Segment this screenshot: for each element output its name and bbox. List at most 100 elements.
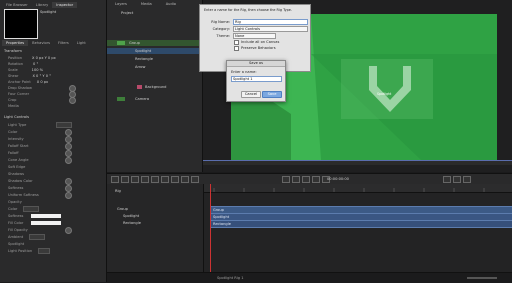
prop-label: Falloff Start — [8, 144, 29, 148]
prop-value[interactable]: X 0 ° Y 0 ° — [32, 74, 51, 78]
prop-value[interactable]: 100 % — [32, 68, 43, 72]
tab-filters[interactable]: Filters — [54, 40, 73, 46]
track-name: Rectangle — [123, 221, 141, 225]
color-well[interactable] — [31, 221, 62, 225]
save-button[interactable]: Save — [262, 91, 282, 98]
transform-tool-icon[interactable] — [121, 176, 129, 183]
behaviors-icon[interactable] — [191, 176, 199, 183]
theme-select[interactable]: None — [233, 32, 276, 39]
layer-row[interactable]: Project — [107, 10, 202, 16]
layer-thumbnail — [117, 41, 125, 45]
prop-label: Soft Edge — [8, 165, 26, 169]
record-icon[interactable] — [282, 176, 290, 183]
timeline-layer-row[interactable]: Rectangle — [107, 220, 203, 226]
prop-label: Light Position — [8, 249, 33, 253]
fullscreen-icon[interactable] — [463, 176, 471, 183]
layer-row[interactable]: Background — [107, 84, 202, 90]
pen-tool-icon[interactable] — [171, 176, 179, 183]
prop-value[interactable]: X 0 px Y 0 px — [32, 56, 56, 60]
dial-control[interactable] — [65, 184, 72, 192]
forward-icon[interactable] — [312, 176, 320, 183]
layer-name: Project — [121, 11, 134, 15]
status-bar: Spotlight Rig 1 — [107, 272, 512, 283]
tab-audio[interactable]: Audio — [166, 2, 176, 8]
rig-name-input[interactable]: Rig — [233, 19, 308, 25]
tab-layers[interactable]: Layers — [115, 2, 127, 8]
track-name: Spotlight — [123, 214, 140, 218]
value-field[interactable] — [38, 248, 51, 254]
timeline-layer-row[interactable]: Group — [107, 206, 203, 212]
dial-control[interactable] — [65, 156, 72, 164]
pan-tool-icon[interactable] — [131, 176, 139, 183]
layer-row[interactable]: Rectangle — [107, 56, 202, 62]
save-dialog: Save as Enter a name: Spotlight 1 Cancel… — [226, 60, 286, 102]
layer-row[interactable]: Group — [107, 40, 202, 46]
dial-control[interactable] — [65, 128, 72, 136]
layer-name: Camera — [135, 97, 150, 101]
track-bar-rectangle[interactable]: Rectangle — [210, 220, 512, 228]
timeline-layer-row[interactable]: Spotlight — [107, 213, 203, 219]
tab-properties[interactable]: Properties — [2, 40, 29, 46]
mask-tool-icon[interactable] — [151, 176, 159, 183]
timeline-panel: Rig Group Spotlight Rectangle Group Spot… — [107, 184, 512, 272]
play-icon[interactable] — [302, 176, 310, 183]
keyframe-icon[interactable] — [453, 176, 461, 183]
prop-label: Color — [8, 130, 18, 134]
include-checkbox[interactable] — [234, 39, 239, 45]
prop-value[interactable]: X 0 px — [37, 80, 48, 84]
prop-label: Rotation — [8, 62, 24, 66]
layer-name: Arrow — [135, 65, 146, 69]
prop-label: Softness — [8, 214, 24, 218]
prop-label: Uniform Softness — [8, 193, 39, 197]
layer-row[interactable]: Camera — [107, 96, 202, 102]
dial-control[interactable] — [65, 226, 72, 234]
category-select[interactable]: Light Controls — [233, 25, 308, 32]
canvas-scrollbar[interactable] — [203, 160, 512, 165]
select-tool-icon[interactable] — [111, 176, 119, 183]
rewind-icon[interactable] — [292, 176, 300, 183]
layer-thumbnail — [137, 85, 142, 89]
tab-library[interactable]: Library — [32, 2, 53, 8]
prop-label: Ambient — [8, 235, 24, 239]
playhead[interactable] — [210, 184, 211, 272]
save-name-input[interactable]: Spotlight 1 — [231, 76, 282, 82]
layer-row[interactable]: Spotlight — [107, 48, 202, 54]
inspector-panel: File Browser Library Inspector Spotlight… — [0, 0, 107, 282]
prop-label: Shear — [8, 74, 19, 78]
layer-thumbnail — [117, 97, 125, 101]
prop-label: Anchor Point — [8, 80, 31, 84]
prop-label: Softness — [8, 186, 24, 190]
dial-control[interactable] — [65, 135, 72, 143]
tab-inspector[interactable]: Inspector — [52, 2, 78, 8]
layers-panel: Layers Media Audio Project Group Spotlig… — [107, 0, 203, 172]
cancel-button[interactable]: Cancel — [241, 91, 261, 98]
dial-control[interactable] — [65, 142, 72, 150]
tab-media[interactable]: Media — [141, 2, 152, 8]
dial-control[interactable] — [65, 177, 72, 185]
audio-icon[interactable] — [443, 176, 451, 183]
tab-file-browser[interactable]: File Browser — [2, 2, 32, 8]
layer-row[interactable]: Arrow — [107, 64, 202, 70]
prop-label: Media — [8, 104, 19, 108]
shape-tool-icon[interactable] — [141, 176, 149, 183]
canvas-overlay-label: Spotlight — [377, 92, 392, 96]
tab-behaviors[interactable]: Behaviors — [28, 40, 54, 46]
value-field[interactable] — [56, 122, 72, 128]
value-field[interactable] — [29, 234, 46, 240]
dial-control[interactable] — [65, 149, 72, 157]
tab-light[interactable]: Light — [73, 40, 90, 46]
track-bar-label: Group — [213, 208, 224, 212]
section-header: Light Controls — [4, 115, 29, 119]
status-text: Spotlight Rig 1 — [217, 276, 244, 280]
preserve-checkbox[interactable] — [234, 45, 239, 51]
dial-control[interactable] — [65, 191, 72, 199]
preserve-checkbox-label: Preserve Behaviors — [241, 46, 276, 50]
text-tool-icon[interactable] — [161, 176, 169, 183]
timeline-ruler[interactable] — [204, 184, 512, 193]
paint-tool-icon[interactable] — [181, 176, 189, 183]
prop-label: Position — [8, 56, 22, 60]
prop-value[interactable]: 0 ° — [33, 62, 38, 66]
color-well[interactable] — [31, 214, 62, 218]
value-field[interactable] — [23, 206, 40, 212]
zoom-slider[interactable] — [467, 277, 497, 279]
